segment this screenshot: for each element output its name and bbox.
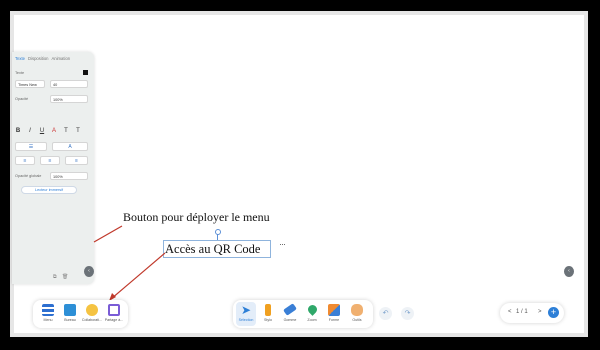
desktop-icon	[64, 304, 76, 316]
share-qr-icon	[108, 304, 120, 316]
toolbar-item-menu[interactable]: Menu	[37, 300, 59, 322]
pen-icon	[265, 304, 271, 316]
toolbar-item-bureau[interactable]: Bureau	[59, 300, 81, 322]
add-page-button[interactable]: +	[548, 307, 559, 318]
menu-icon	[42, 304, 54, 316]
toolbar-label-partage: Partage à...	[104, 318, 124, 322]
undo-button[interactable]: ↶	[379, 307, 392, 320]
cursor-icon: ➤	[240, 303, 252, 317]
annotation-arrows	[93, 225, 166, 301]
toolbar-item-collaboration[interactable]: Collaborati...	[81, 300, 103, 322]
tool-gomme[interactable]: Gomme	[280, 300, 300, 322]
prev-page-button[interactable]: <	[508, 309, 512, 315]
tool-label-zoom: Zoom	[307, 318, 317, 322]
page-navigator: < 1 / 1 > +	[500, 303, 564, 323]
tool-label-gomme: Gomme	[283, 318, 297, 322]
redo-button[interactable]: ↷	[401, 307, 414, 320]
toolbar-label-collaboration: Collaborati...	[81, 318, 103, 322]
toolbar-item-partage[interactable]: Partage à...	[103, 300, 125, 322]
tool-forme[interactable]: Forme	[324, 300, 344, 322]
tool-label-selection: Sélection	[238, 318, 254, 322]
next-page-button[interactable]: >	[538, 309, 542, 315]
tool-label-outils: Outils	[352, 318, 362, 322]
tool-label-stylo: Stylo	[264, 318, 272, 322]
tool-selection[interactable]: ➤ Sélection	[236, 300, 256, 322]
page-indicator: 1 / 1	[516, 309, 528, 315]
toolbox-icon	[351, 304, 363, 316]
menu-arrow	[93, 225, 123, 243]
location-icon	[305, 303, 319, 316]
left-toolbar: Menu Bureau Collaborati... Partage à...	[33, 300, 128, 328]
tool-zoom[interactable]: Zoom	[302, 300, 322, 322]
center-toolbar: ➤ Sélection Stylo Gomme Zoom Forme Outil…	[233, 300, 373, 328]
toolbar-label-bureau: Bureau	[64, 318, 76, 322]
tool-outils[interactable]: Outils	[346, 300, 368, 322]
qr-arrow	[110, 252, 166, 300]
tool-label-forme: Forme	[328, 318, 340, 322]
eraser-icon	[283, 303, 297, 316]
shapes-icon	[328, 304, 340, 316]
toolbar-label-menu: Menu	[43, 318, 53, 322]
smiley-icon	[86, 304, 98, 316]
tool-stylo[interactable]: Stylo	[258, 300, 278, 322]
